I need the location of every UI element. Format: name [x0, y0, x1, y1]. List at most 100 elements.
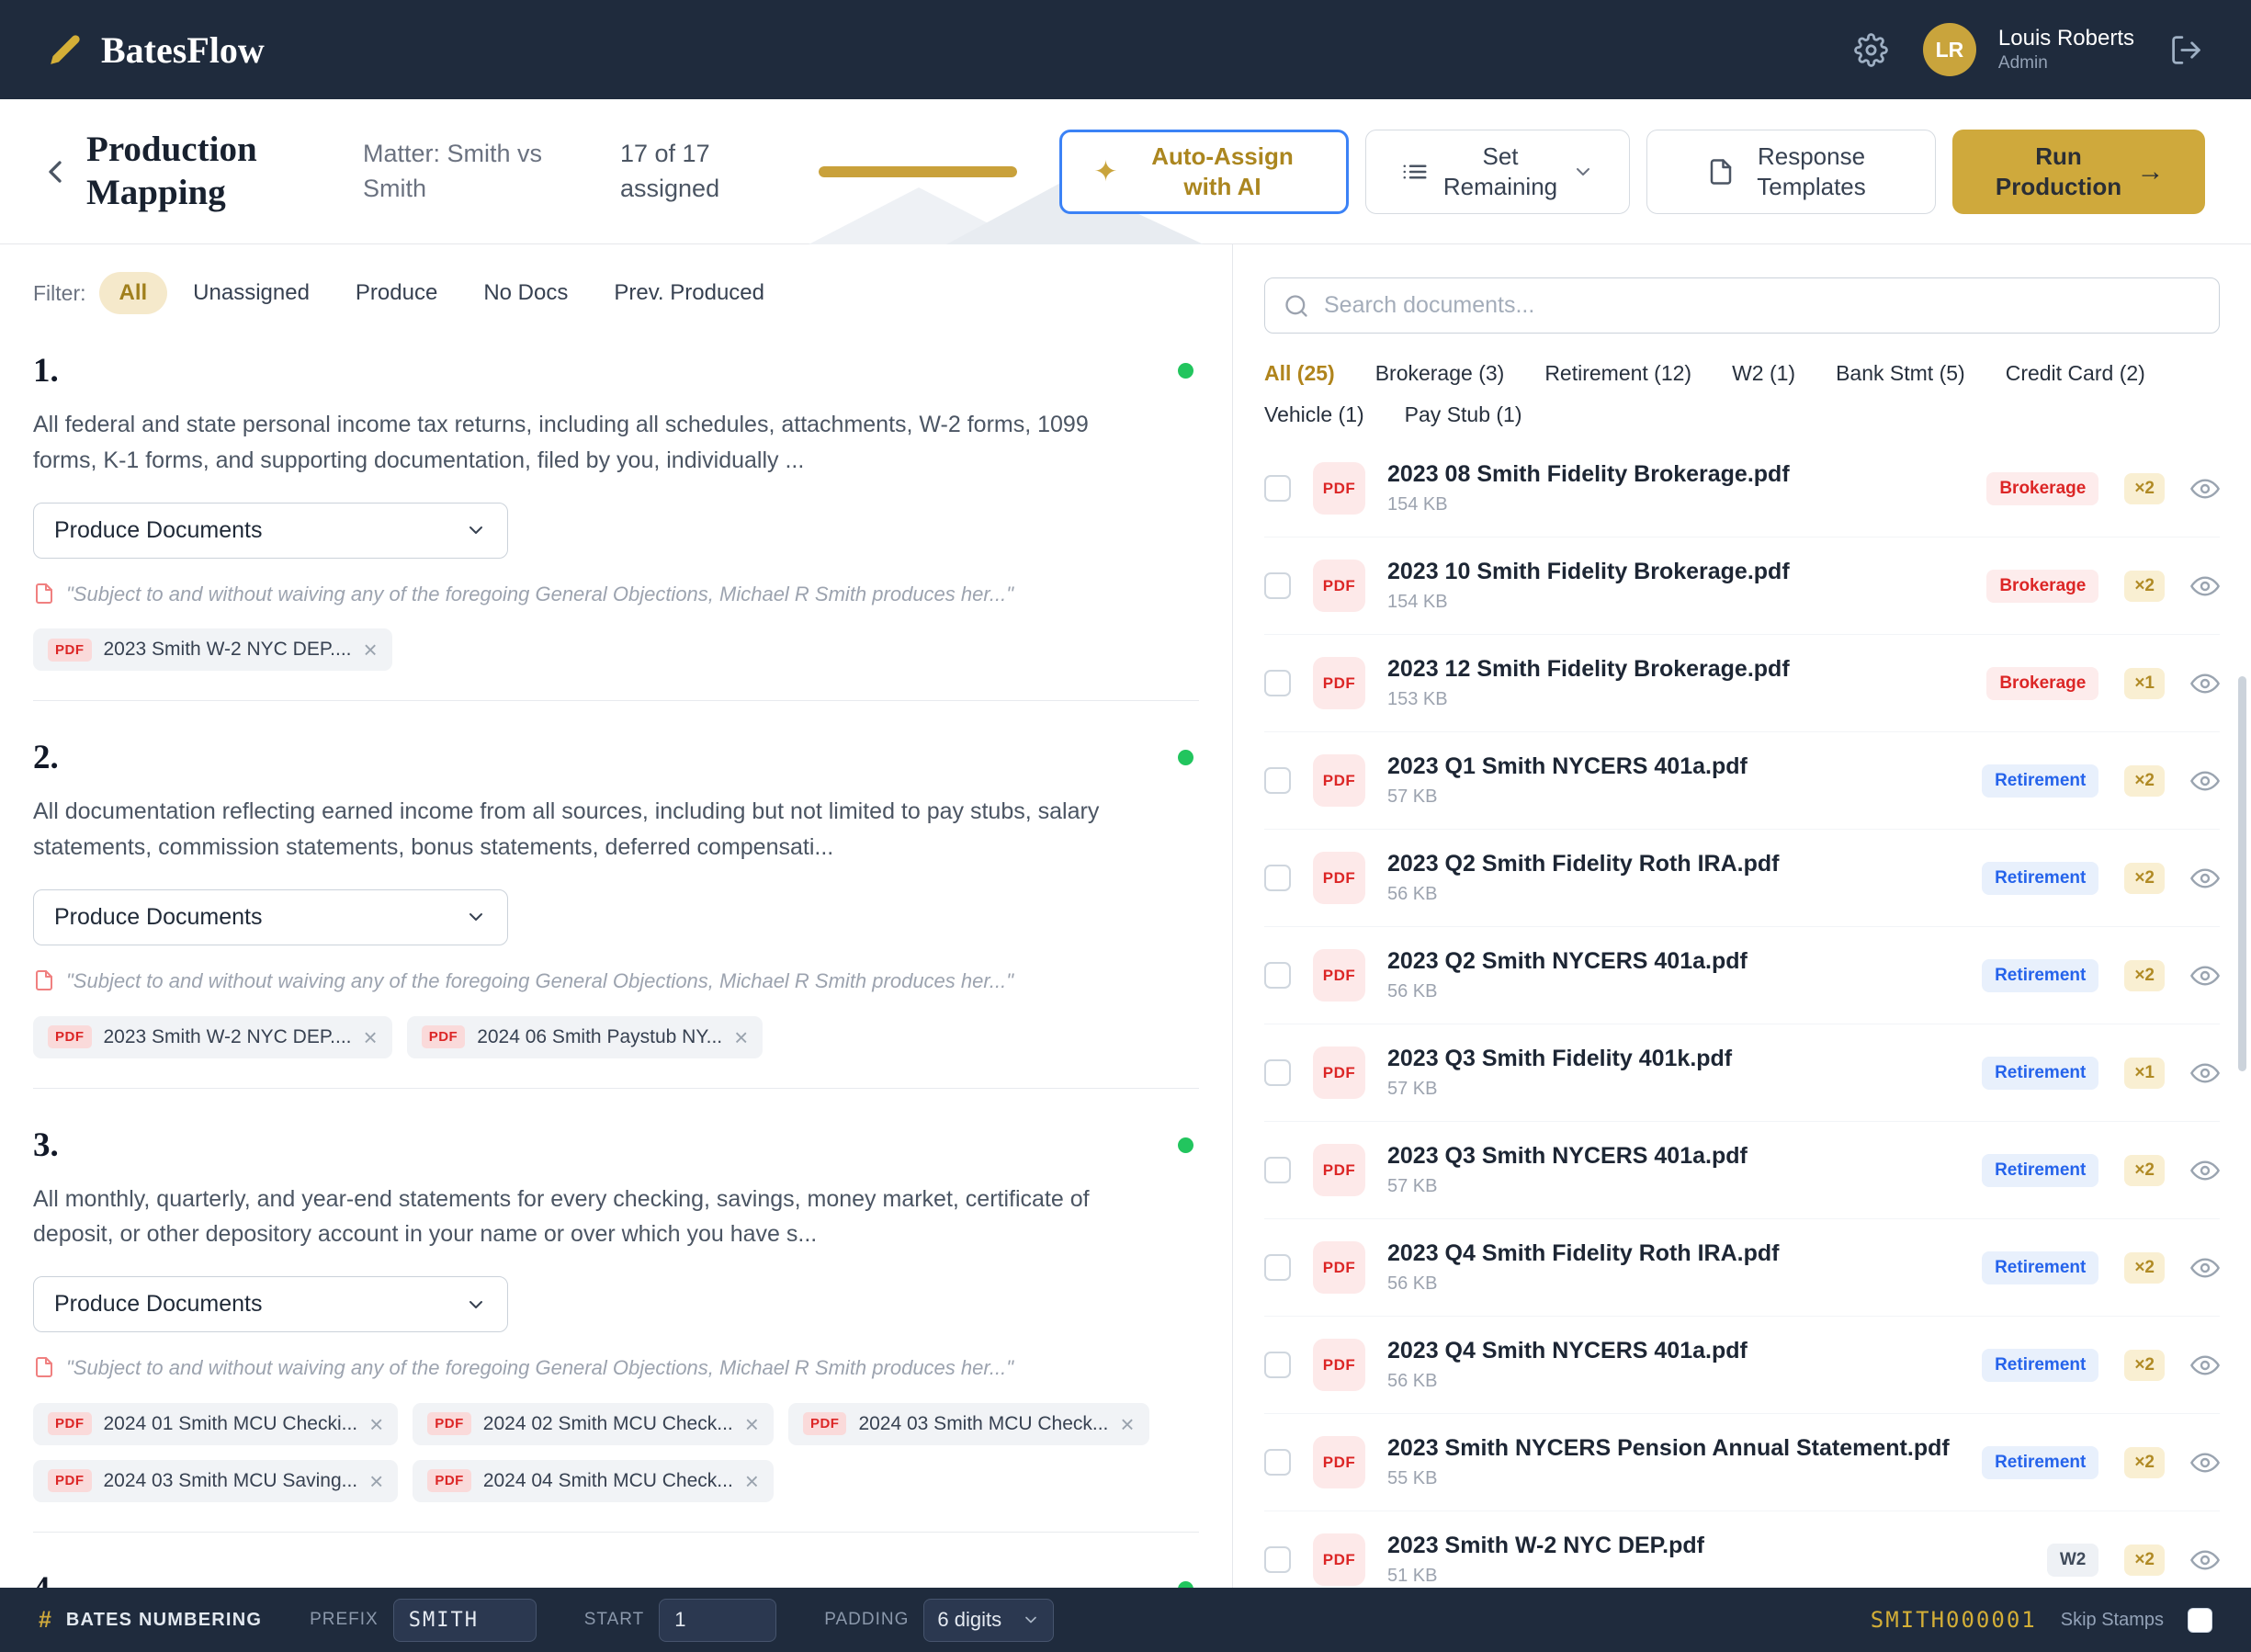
- document-row[interactable]: PDF 2023 Q3 Smith Fidelity 401k.pdf 57 K…: [1264, 1024, 2220, 1122]
- document-checkbox[interactable]: [1264, 572, 1291, 599]
- skip-stamps-checkbox[interactable]: [2188, 1608, 2212, 1633]
- document-row[interactable]: PDF 2023 Q4 Smith Fidelity Roth IRA.pdf …: [1264, 1219, 2220, 1317]
- document-row[interactable]: PDF 2023 Q3 Smith NYCERS 401a.pdf 57 KB …: [1264, 1122, 2220, 1219]
- document-checkbox[interactable]: [1264, 1546, 1291, 1573]
- library-tab[interactable]: Retirement (12): [1544, 361, 1691, 386]
- eye-icon: [2190, 1545, 2220, 1575]
- document-checkbox[interactable]: [1264, 1059, 1291, 1086]
- chip-remove-icon[interactable]: ×: [745, 1469, 759, 1493]
- document-checkbox[interactable]: [1264, 1449, 1291, 1476]
- attached-doc-chip[interactable]: PDF 2024 02 Smith MCU Check... ×: [413, 1403, 774, 1445]
- response-quote: "Subject to and without waiving any of t…: [33, 1354, 1199, 1383]
- filter-pill[interactable]: All: [99, 272, 168, 314]
- filter-pill[interactable]: Prev. Produced: [594, 272, 785, 314]
- preview-button[interactable]: [2190, 669, 2220, 698]
- preview-button[interactable]: [2190, 1545, 2220, 1575]
- logout-button[interactable]: [2169, 33, 2203, 67]
- document-checkbox[interactable]: [1264, 1352, 1291, 1378]
- document-checkbox[interactable]: [1264, 475, 1291, 502]
- action-select[interactable]: Produce Documents: [33, 503, 508, 559]
- document-size: 56 KB: [1387, 884, 1779, 905]
- top-bar: BatesFlow LR Louis Roberts Admin: [0, 0, 2251, 99]
- set-remaining-button[interactable]: Set Remaining: [1365, 130, 1630, 214]
- library-tab[interactable]: Vehicle (1): [1264, 402, 1364, 427]
- attached-doc-chip[interactable]: PDF 2023 Smith W-2 NYC DEP.... ×: [33, 1016, 392, 1058]
- pdf-icon: PDF: [1313, 1241, 1365, 1294]
- document-checkbox[interactable]: [1264, 1157, 1291, 1183]
- document-row[interactable]: PDF 2023 Q4 Smith NYCERS 401a.pdf 56 KB …: [1264, 1317, 2220, 1414]
- preview-button[interactable]: [2190, 1156, 2220, 1185]
- run-production-button[interactable]: Run Production →: [1952, 130, 2205, 214]
- usage-count-badge: ×2: [2124, 473, 2165, 504]
- preview-button[interactable]: [2190, 571, 2220, 601]
- chip-doc-name: 2024 03 Smith MCU Check...: [858, 1413, 1108, 1435]
- response-quote-text: "Subject to and without waiving any of t…: [66, 1354, 1013, 1383]
- preview-button[interactable]: [2190, 961, 2220, 990]
- auto-assign-ai-button[interactable]: ✦ Auto-Assign with AI: [1059, 130, 1349, 214]
- filter-pill[interactable]: Unassigned: [173, 272, 330, 314]
- action-select[interactable]: Produce Documents: [33, 1276, 508, 1332]
- category-badge: Retirement: [1982, 1154, 2098, 1187]
- attached-doc-chip[interactable]: PDF 2024 03 Smith MCU Saving... ×: [33, 1460, 398, 1502]
- preview-button[interactable]: [2190, 474, 2220, 504]
- document-checkbox[interactable]: [1264, 767, 1291, 794]
- library-tab[interactable]: W2 (1): [1732, 361, 1795, 386]
- chevron-down-icon: [465, 906, 487, 928]
- pdf-icon: PDF: [427, 1412, 471, 1435]
- preview-button[interactable]: [2190, 1448, 2220, 1477]
- document-checkbox[interactable]: [1264, 865, 1291, 891]
- library-tab[interactable]: Pay Stub (1): [1405, 402, 1522, 427]
- preview-button[interactable]: [2190, 864, 2220, 893]
- usage-count-badge: ×2: [2124, 1447, 2165, 1478]
- document-row[interactable]: PDF 2023 Smith NYCERS Pension Annual Sta…: [1264, 1414, 2220, 1511]
- document-checkbox[interactable]: [1264, 962, 1291, 989]
- attached-doc-chip[interactable]: PDF 2024 06 Smith Paystub NY... ×: [407, 1016, 764, 1058]
- user-avatar[interactable]: LR: [1923, 23, 1976, 76]
- scrollbar-thumb[interactable]: [2238, 676, 2246, 1071]
- search-input[interactable]: [1324, 292, 2200, 319]
- preview-button[interactable]: [2190, 1253, 2220, 1283]
- attached-doc-chip[interactable]: PDF 2024 04 Smith MCU Check... ×: [413, 1460, 774, 1502]
- chip-remove-icon[interactable]: ×: [364, 1025, 378, 1049]
- library-tab[interactable]: All (25): [1264, 361, 1335, 386]
- attached-doc-chip[interactable]: PDF 2024 01 Smith MCU Checki... ×: [33, 1403, 398, 1445]
- chip-remove-icon[interactable]: ×: [364, 638, 378, 662]
- chip-remove-icon[interactable]: ×: [1120, 1412, 1134, 1436]
- attached-doc-chip[interactable]: PDF 2023 Smith W-2 NYC DEP.... ×: [33, 628, 392, 671]
- library-tab[interactable]: Brokerage (3): [1375, 361, 1505, 386]
- usage-count-badge: ×2: [2124, 571, 2165, 602]
- preview-button[interactable]: [2190, 766, 2220, 796]
- document-checkbox[interactable]: [1264, 1254, 1291, 1281]
- padding-select[interactable]: 6 digits: [923, 1599, 1054, 1642]
- chip-remove-icon[interactable]: ×: [745, 1412, 759, 1436]
- preview-button[interactable]: [2190, 1351, 2220, 1380]
- user-name: Louis Roberts: [1998, 24, 2134, 52]
- start-label: START: [584, 1610, 645, 1630]
- prefix-input[interactable]: [393, 1599, 537, 1642]
- filter-pill[interactable]: No Docs: [463, 272, 588, 314]
- action-select[interactable]: Produce Documents: [33, 889, 508, 945]
- library-tab[interactable]: Bank Stmt (5): [1836, 361, 1965, 386]
- back-button[interactable]: [37, 153, 74, 190]
- library-tab[interactable]: Credit Card (2): [2006, 361, 2145, 386]
- pdf-icon: PDF: [1313, 1436, 1365, 1488]
- preview-button[interactable]: [2190, 1058, 2220, 1088]
- chip-remove-icon[interactable]: ×: [369, 1469, 383, 1493]
- document-row[interactable]: PDF 2023 Q2 Smith Fidelity Roth IRA.pdf …: [1264, 830, 2220, 927]
- settings-button[interactable]: [1854, 33, 1888, 67]
- document-row[interactable]: PDF 2023 10 Smith Fidelity Brokerage.pdf…: [1264, 537, 2220, 635]
- document-checkbox[interactable]: [1264, 670, 1291, 696]
- chip-remove-icon[interactable]: ×: [369, 1412, 383, 1436]
- chip-remove-icon[interactable]: ×: [734, 1025, 748, 1049]
- document-row[interactable]: PDF 2023 Q2 Smith NYCERS 401a.pdf 56 KB …: [1264, 927, 2220, 1024]
- document-row[interactable]: PDF 2023 Q1 Smith NYCERS 401a.pdf 57 KB …: [1264, 732, 2220, 830]
- app-logo: BatesFlow: [48, 28, 265, 72]
- document-row[interactable]: PDF 2023 12 Smith Fidelity Brokerage.pdf…: [1264, 635, 2220, 732]
- response-templates-label: Response Templates: [1748, 141, 1876, 201]
- attached-doc-chip[interactable]: PDF 2024 03 Smith MCU Check... ×: [788, 1403, 1149, 1445]
- document-row[interactable]: PDF 2023 08 Smith Fidelity Brokerage.pdf…: [1264, 440, 2220, 537]
- start-input[interactable]: [659, 1599, 776, 1642]
- response-quote: "Subject to and without waiving any of t…: [33, 967, 1199, 996]
- response-templates-button[interactable]: Response Templates: [1646, 130, 1936, 214]
- filter-pill[interactable]: Produce: [335, 272, 458, 314]
